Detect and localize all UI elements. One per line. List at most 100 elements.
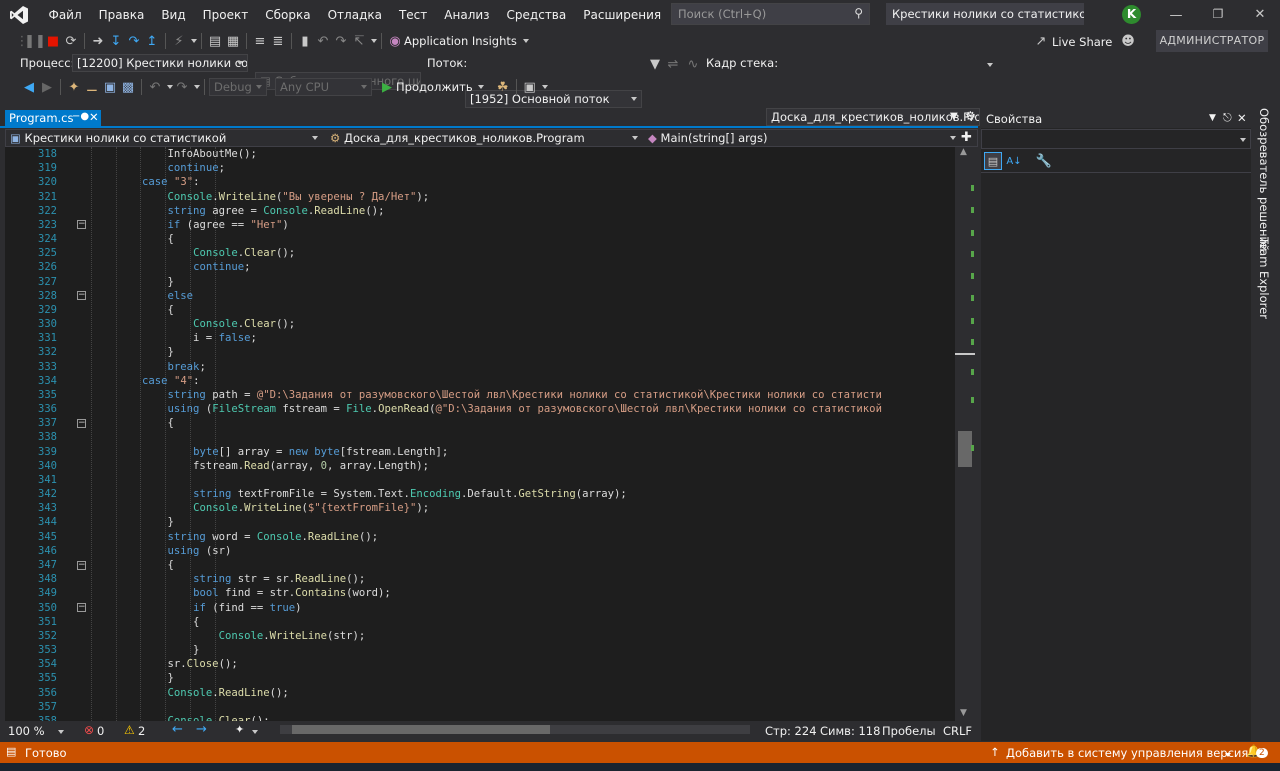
menu-item-5[interactable]: Отладка [319, 8, 390, 22]
code-line[interactable]: ​ [91, 473, 882, 487]
filter-icon[interactable]: ▼ [646, 55, 664, 73]
configuration-combo[interactable]: Debug [209, 78, 267, 96]
navigate-forward-icon[interactable]: ▶ [38, 78, 56, 96]
bookmark-prev-icon[interactable]: ↶ [314, 32, 332, 50]
alphabetical-icon[interactable]: A↓ [1005, 152, 1023, 170]
code-line[interactable]: else [91, 289, 882, 303]
stack-icon[interactable]: ▦ [224, 32, 242, 50]
notifications-count[interactable]: 2 [1256, 748, 1268, 758]
code-line[interactable]: using (FileStream fstream = File.OpenRea… [91, 402, 882, 416]
error-count[interactable]: 0 [97, 724, 104, 738]
error-icon[interactable]: ⊗ [84, 723, 94, 737]
minimize-icon[interactable]: — [1167, 6, 1185, 24]
horizontal-scroll-thumb[interactable] [292, 725, 550, 734]
bookmark-next-icon[interactable]: ↷ [332, 32, 350, 50]
solution-explorer-tab[interactable]: Обозреватель решений [1257, 108, 1271, 252]
code-line[interactable]: using (sr) [91, 544, 882, 558]
close-icon[interactable]: ✕ [1251, 5, 1269, 23]
screenshot-icon[interactable]: ▣ [521, 78, 539, 96]
save-icon[interactable]: ▣ [101, 78, 119, 96]
navigate-back-icon[interactable]: ◀ [20, 78, 38, 96]
menu-item-0[interactable]: Файл [40, 8, 90, 22]
code-line[interactable]: if (find == true) [91, 601, 882, 615]
menu-item-2[interactable]: Вид [153, 8, 194, 22]
pin-icon[interactable]: −● [72, 111, 89, 122]
code-line[interactable]: { [91, 558, 882, 572]
code-line[interactable]: string path = @"D:\Задания от разумовско… [91, 388, 882, 402]
menu-item-7[interactable]: Анализ [436, 8, 498, 22]
zoom-level[interactable]: 100 % [8, 724, 45, 738]
indentation-mode[interactable]: Пробелы [882, 724, 936, 738]
member-dropdown[interactable]: ◆ Main(string[] args) [644, 130, 960, 146]
indent-icon[interactable]: ≡ [251, 32, 269, 50]
flag-threads-icon[interactable]: ⇌ [664, 55, 682, 73]
menu-item-9[interactable]: Расширения [575, 8, 670, 22]
code-line[interactable]: } [91, 275, 882, 289]
code-line[interactable]: string agree = Console.ReadLine(); [91, 204, 882, 218]
menu-item-1[interactable]: Правка [90, 8, 153, 22]
code-line[interactable]: } [91, 671, 882, 685]
class-dropdown[interactable]: ⚙ Доска_для_крестиков_ноликов.Program [326, 130, 642, 146]
warning-count[interactable]: 2 [138, 724, 145, 738]
save-all-icon[interactable]: ▩ [119, 78, 137, 96]
code-line[interactable]: string word = Console.ReadLine(); [91, 530, 882, 544]
search-box[interactable]: Поиск (Ctrl+Q) ⚲ [671, 3, 870, 25]
code-line[interactable]: Console.WriteLine(str); [91, 629, 882, 643]
process-combo[interactable]: [12200] Крестики нолики со стати [72, 54, 248, 72]
collapse-icon[interactable]: − [77, 220, 86, 230]
code-line[interactable]: { [91, 416, 882, 430]
code-line[interactable]: continue; [91, 260, 882, 274]
properties-object-combo[interactable] [981, 129, 1251, 149]
code-line[interactable]: { [91, 232, 882, 246]
code-line[interactable]: if (agree == "Нет") [91, 218, 882, 232]
panel-close-icon[interactable]: ✕ [1237, 111, 1247, 125]
scroll-down-icon[interactable]: ▼ [960, 708, 967, 718]
code-line[interactable]: fstream.Read(array, 0, array.Length); [91, 459, 882, 473]
undo-icon[interactable]: ↶ [146, 78, 164, 96]
code-line[interactable]: string textFromFile = System.Text.Encodi… [91, 487, 882, 501]
show-next-statement-icon[interactable]: ➜ [89, 32, 107, 50]
bookmark-clear-icon[interactable]: ↸ [350, 32, 368, 50]
code-line[interactable]: break; [91, 360, 882, 374]
code-line[interactable]: Console.WriteLine("Вы уверены ? Да/Нет")… [91, 190, 882, 204]
collapse-icon[interactable]: − [77, 603, 86, 613]
project-dropdown[interactable]: ▣ Крестики нолики со статистикой [6, 130, 322, 146]
app-insights-button[interactable]: Application Insights [404, 34, 517, 48]
code-line[interactable]: } [91, 515, 882, 529]
stop-icon[interactable]: ■ [44, 32, 62, 50]
menu-item-6[interactable]: Тест [390, 8, 435, 22]
thread-toggle-icon[interactable]: ∿ [684, 55, 702, 73]
code-line[interactable]: case "4": [91, 374, 882, 388]
code-editor[interactable]: 318 319 320 321 322 323 324 325 326 327 328 329 330 3… [5, 147, 955, 721]
warning-icon[interactable]: ⚠ [124, 723, 135, 737]
menu-item-4[interactable]: Сборка [257, 8, 319, 22]
code-line[interactable]: Console.ReadLine(); [91, 686, 882, 700]
step-into-icon[interactable]: ↧ [107, 32, 125, 50]
pause-icon[interactable]: ❚❚ [24, 32, 46, 50]
code-line[interactable]: { [91, 615, 882, 629]
attach-icon[interactable]: ☘ [494, 78, 512, 96]
editor-horizontal-scrollbar[interactable] [280, 725, 750, 734]
app-insights-icon[interactable]: ◉ [386, 32, 404, 50]
collapse-icon[interactable]: − [77, 291, 86, 301]
code-line[interactable]: string str = sr.ReadLine(); [91, 572, 882, 586]
team-explorer-tab[interactable]: Team Explorer [1257, 237, 1271, 319]
continue-icon[interactable]: ▶ [378, 78, 396, 96]
threads-icon[interactable]: ▤ [206, 32, 224, 50]
outdent-icon[interactable]: ≣ [269, 32, 287, 50]
tab-program-cs[interactable]: Program.cs −● ✕ [5, 110, 101, 128]
tab-close-icon[interactable]: ✕ [89, 110, 99, 124]
collapse-icon[interactable]: − [77, 418, 86, 428]
code-line[interactable]: continue; [91, 161, 882, 175]
restore-icon[interactable]: ❐ [1209, 5, 1227, 23]
code-line[interactable]: } [91, 643, 882, 657]
code-line[interactable]: Console.WriteLine($"{textFromFile}"); [91, 501, 882, 515]
code-line[interactable]: InfoAboutMe(); [91, 147, 882, 161]
code-line[interactable]: { [91, 303, 882, 317]
menu-item-8[interactable]: Средства [498, 8, 575, 22]
line-endings[interactable]: CRLF [943, 724, 972, 738]
account-avatar[interactable]: K [1122, 5, 1141, 24]
step-over-icon[interactable]: ↷ [125, 32, 143, 50]
platform-combo[interactable]: Any CPU [275, 78, 372, 96]
code-line[interactable]: } [91, 345, 882, 359]
